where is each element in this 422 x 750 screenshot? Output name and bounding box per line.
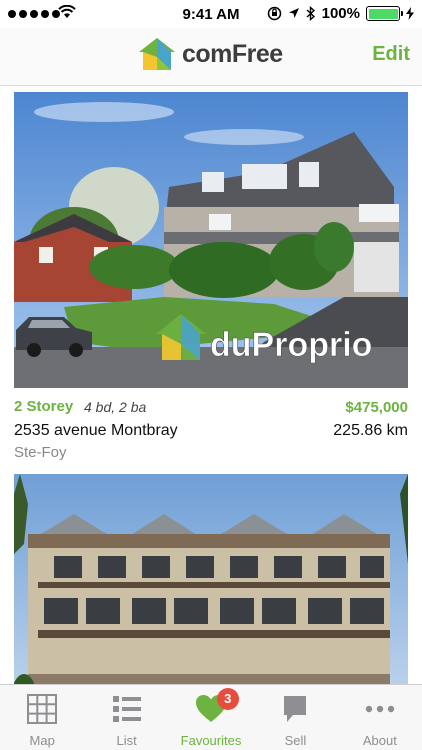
tab-label: Map bbox=[29, 733, 55, 748]
navigation-bar: comFree Edit bbox=[0, 28, 422, 86]
edit-button[interactable]: Edit bbox=[372, 43, 410, 66]
brand-logo: comFree bbox=[138, 37, 283, 71]
grid-map-icon bbox=[27, 694, 58, 724]
tab-about[interactable]: About bbox=[338, 685, 422, 750]
brand-name: comFree bbox=[182, 39, 283, 68]
tab-label: List bbox=[116, 733, 137, 748]
listing-price: $475,000 bbox=[345, 399, 408, 416]
tab-list[interactable]: List bbox=[84, 685, 168, 750]
tab-bar: Map List 3 Favourites Sell About bbox=[0, 684, 422, 750]
tab-map[interactable]: Map bbox=[0, 685, 84, 750]
listing-city: Ste-Foy bbox=[14, 444, 67, 461]
listing-info: 2 Storey 4 bd, 2 ba $475,000 2535 avenue… bbox=[14, 388, 408, 466]
bluetooth-icon bbox=[306, 6, 315, 21]
listing-type: 2 Storey bbox=[14, 398, 74, 415]
ellipsis-icon bbox=[365, 705, 395, 713]
listing-photo[interactable] bbox=[14, 474, 408, 684]
status-indicators: 100% bbox=[267, 5, 414, 22]
tab-favourites[interactable]: 3 Favourites bbox=[169, 685, 253, 750]
speech-bubble-icon bbox=[284, 696, 307, 722]
listing-distance: 225.86 km bbox=[333, 422, 408, 439]
tab-label: Sell bbox=[284, 733, 307, 748]
rotation-lock-icon bbox=[267, 6, 281, 21]
tab-sell[interactable]: Sell bbox=[253, 685, 337, 750]
favourites-count-badge: 3 bbox=[216, 688, 239, 710]
status-bar: 9:41 AM 100% bbox=[0, 0, 422, 28]
listing-card[interactable] bbox=[14, 474, 408, 684]
listing-photo[interactable]: duProprio bbox=[14, 92, 408, 388]
location-arrow-icon bbox=[288, 8, 299, 18]
tab-label: Favourites bbox=[180, 733, 242, 748]
listing-beds-baths: 4 bd, 2 ba bbox=[84, 399, 147, 415]
app-screen: 9:41 AM 100% comFree Edit duProprio 2 St… bbox=[0, 0, 422, 750]
charging-bolt-icon bbox=[406, 7, 414, 20]
battery-percent: 100% bbox=[321, 5, 360, 22]
favourites-list: duProprio 2 Storey 4 bd, 2 ba $475,000 2… bbox=[0, 86, 422, 684]
svg-text:duProprio: duProprio bbox=[210, 326, 372, 364]
house-logo-icon bbox=[139, 38, 175, 70]
battery-icon bbox=[366, 6, 403, 21]
tab-label: About bbox=[362, 733, 397, 748]
listing-address: 2535 avenue Montbray bbox=[14, 422, 178, 439]
list-icon bbox=[112, 696, 141, 722]
listing-card[interactable]: duProprio 2 Storey 4 bd, 2 ba $475,000 2… bbox=[14, 92, 408, 466]
